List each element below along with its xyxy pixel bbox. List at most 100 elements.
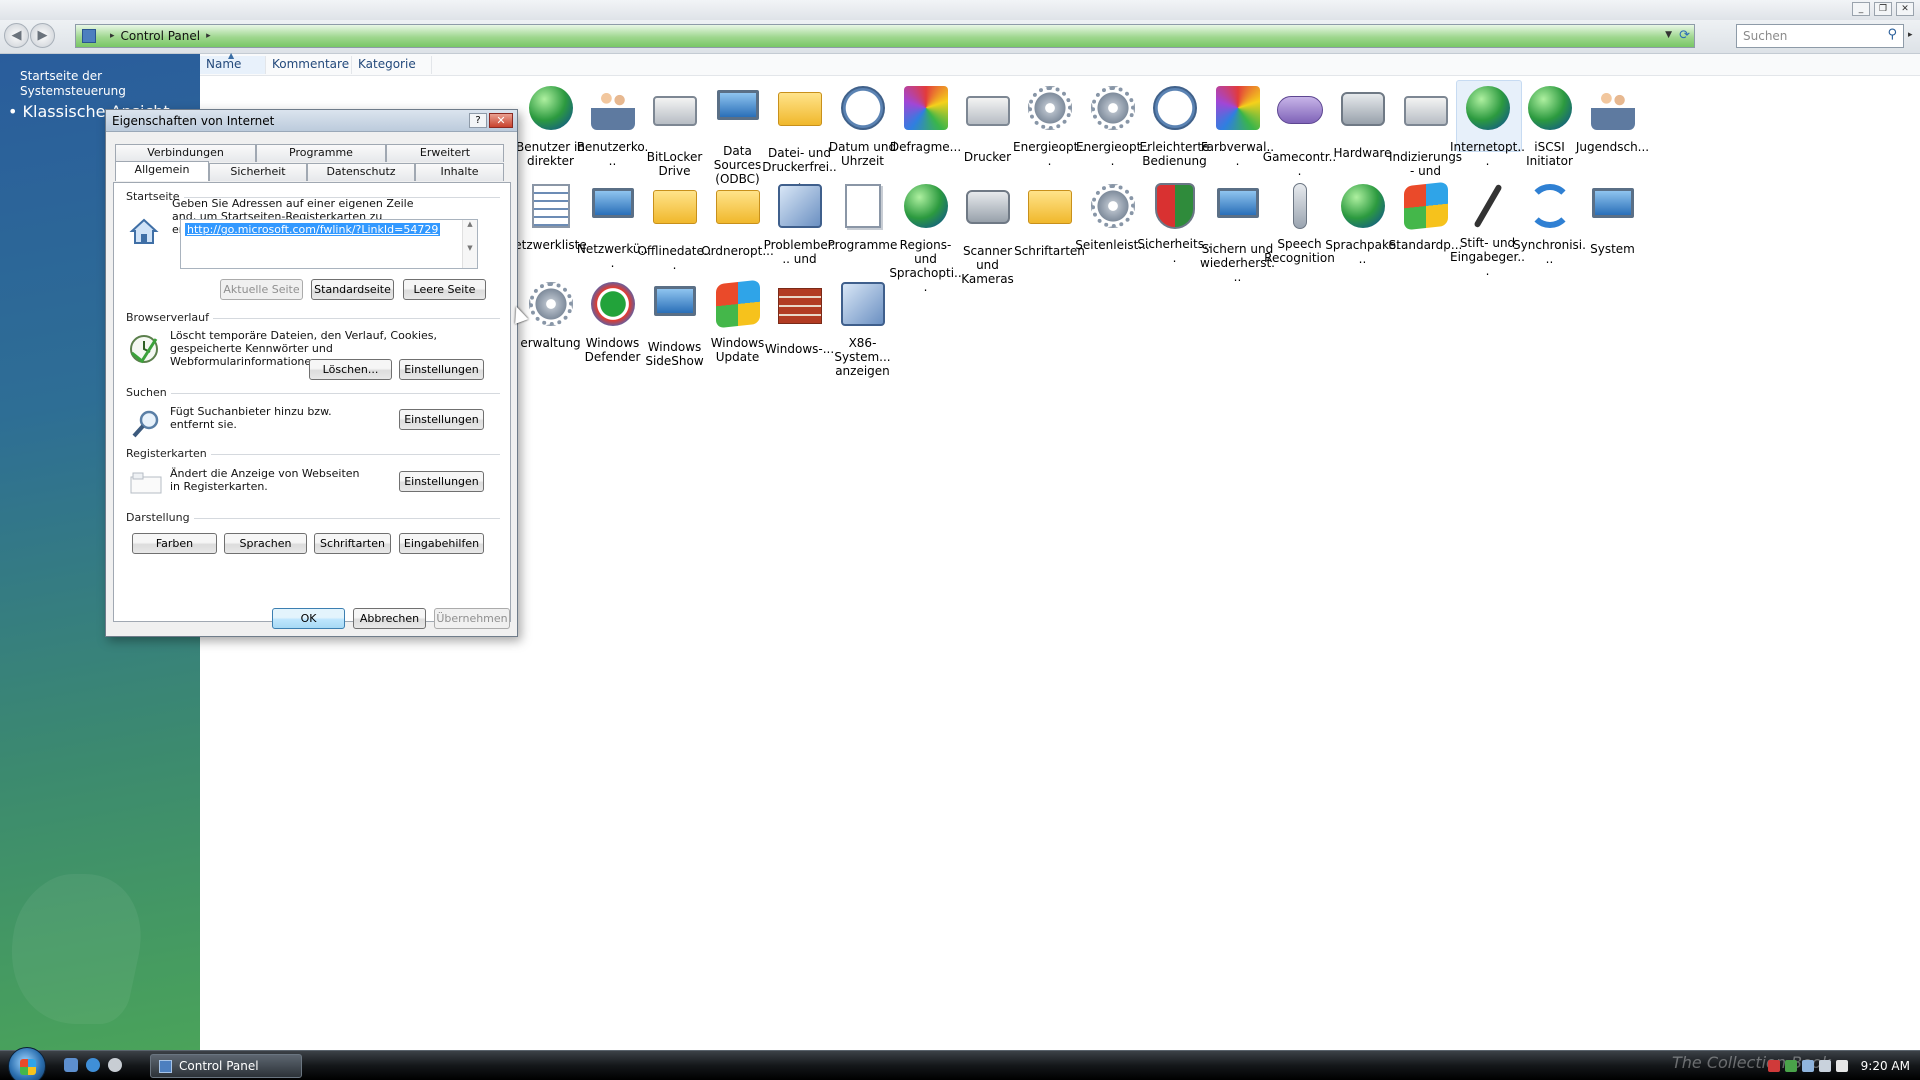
colors-button[interactable]: Farben xyxy=(132,533,217,554)
dialog-title: Eigenschaften von Internet xyxy=(112,114,275,128)
history-settings-button[interactable]: Einstellungen xyxy=(399,359,484,380)
power-options-icon xyxy=(1089,86,1137,134)
help-button[interactable]: ? xyxy=(469,113,487,128)
date-time-icon-shape xyxy=(840,86,885,130)
breadcrumb-control-panel[interactable]: Control Panel xyxy=(121,29,201,43)
forward-button[interactable]: ▶ xyxy=(30,23,55,48)
defender-tray-icon[interactable] xyxy=(1784,1060,1797,1072)
back-button[interactable]: ◀ xyxy=(4,23,29,48)
color-management-icon-shape xyxy=(1215,86,1260,130)
problem-reports-icon-shape xyxy=(777,184,822,228)
system-icon xyxy=(1589,188,1637,236)
control-panel-home-link[interactable]: Startseite der Systemsteuerung xyxy=(20,69,200,99)
power-options-icon-shape xyxy=(1090,86,1135,130)
network-icon xyxy=(589,188,637,236)
tab-inhalte[interactable]: Inhalte xyxy=(415,163,504,181)
apply-button[interactable]: Übernehmen xyxy=(434,608,510,629)
start-button[interactable] xyxy=(8,1047,46,1080)
media-player-icon[interactable] xyxy=(108,1058,122,1072)
game-controller-icon-shape xyxy=(1276,96,1323,124)
tabs-settings-button[interactable]: Einstellungen xyxy=(399,471,484,492)
tab-datenschutz[interactable]: Datenschutz xyxy=(307,163,415,181)
refresh-icon[interactable]: ⟳ xyxy=(1679,28,1690,43)
security-center-icon-shape xyxy=(1154,183,1195,229)
ok-button[interactable]: OK xyxy=(272,608,345,629)
data-sources-icon-shape xyxy=(716,90,759,120)
network-icon[interactable] xyxy=(1818,1060,1831,1072)
control-panel-item[interactable]: X86-System... anzeigen xyxy=(825,280,900,378)
system-tray: 9:20 AM xyxy=(1767,1051,1910,1080)
home-page-url-textarea[interactable]: http://go.microsoft.com/fwlink/?LinkId=5… xyxy=(180,219,478,269)
taskbar-button-label: Control Panel xyxy=(179,1059,259,1073)
volume-icon[interactable] xyxy=(1835,1060,1848,1072)
data-sources-icon xyxy=(714,90,762,138)
internet-explorer-icon[interactable] xyxy=(86,1058,100,1072)
date-time-icon xyxy=(839,86,887,134)
power-options-icon-shape xyxy=(1027,86,1072,130)
sync-center-icon xyxy=(1526,184,1574,232)
search-input[interactable]: Suchen ⚲ xyxy=(1736,24,1904,48)
control-panel-item-label: System xyxy=(1590,242,1635,256)
column-category[interactable]: Kategorie xyxy=(352,56,432,74)
control-panel-item[interactable]: System xyxy=(1575,182,1650,256)
tab-sicherheit[interactable]: Sicherheit xyxy=(209,163,307,181)
languages-button[interactable]: Sprachen xyxy=(224,533,307,554)
close-window-button[interactable]: ✕ xyxy=(1896,2,1914,16)
user-globe-icon xyxy=(527,86,575,134)
tab-programme[interactable]: Programme xyxy=(256,144,386,162)
microphone-icon-shape xyxy=(1292,183,1307,229)
admin-tools-icon xyxy=(527,282,575,330)
chevron-right-icon[interactable]: ▸ xyxy=(1908,30,1913,40)
use-current-button[interactable]: Aktuelle Seite xyxy=(220,279,303,300)
tab-verbindungen[interactable]: Verbindungen xyxy=(115,144,256,162)
folder-options-icon-shape xyxy=(715,190,760,224)
group-label-registerkarten: Registerkarten xyxy=(126,447,211,460)
regional-icon-shape xyxy=(903,184,948,228)
windows-update-icon-shape xyxy=(715,279,760,329)
fonts-button[interactable]: Schriftarten xyxy=(314,533,391,554)
default-programs-icon xyxy=(1402,181,1450,232)
show-desktop-icon[interactable] xyxy=(64,1058,78,1072)
tab-allgemein[interactable]: Allgemein xyxy=(115,161,209,181)
delete-history-button[interactable]: Löschen... xyxy=(309,359,392,380)
admin-tools-icon-shape xyxy=(528,282,573,326)
address-dropdown-icon[interactable]: ▼ xyxy=(1665,30,1672,40)
backup-icon xyxy=(1214,188,1262,236)
textarea-scrollbar[interactable]: ▲ ▼ xyxy=(462,220,477,268)
internet-options-icon xyxy=(1455,80,1522,152)
control-panel-item[interactable]: Jugendsch... xyxy=(1575,84,1650,154)
control-panel-item[interactable]: Internetopt... xyxy=(1450,80,1525,168)
bitlocker-icon xyxy=(651,96,699,144)
group-label-suchen: Suchen xyxy=(126,386,171,399)
cancel-button[interactable]: Abbrechen xyxy=(353,608,426,629)
scanner-icon-shape xyxy=(965,190,1010,224)
use-blank-button[interactable]: Leere Seite xyxy=(403,279,486,300)
clock[interactable]: 9:20 AM xyxy=(1861,1059,1910,1073)
minimize-button[interactable]: _ xyxy=(1852,2,1870,16)
windows-watermark-shape xyxy=(0,874,156,1024)
search-icon[interactable]: ⚲ xyxy=(1887,27,1897,42)
iscsi-icon xyxy=(1526,86,1574,134)
programs-icon xyxy=(839,184,887,232)
breadcrumb-separator-icon[interactable]: ▸ xyxy=(206,31,211,41)
sync-tray-icon[interactable] xyxy=(1801,1060,1814,1072)
search-settings-button[interactable]: Einstellungen xyxy=(399,409,484,430)
column-comments[interactable]: Kommentare xyxy=(266,56,352,74)
firewall-icon-shape xyxy=(777,288,822,324)
use-default-button[interactable]: Standardseite xyxy=(311,279,394,300)
accessibility-button[interactable]: Eingabehilfen xyxy=(399,533,484,554)
windows-defender-icon xyxy=(589,282,637,330)
security-center-icon xyxy=(1151,183,1199,231)
sort-up-icon: ▲ xyxy=(228,51,235,60)
security-alert-icon[interactable] xyxy=(1767,1060,1780,1072)
microphone-icon xyxy=(1276,183,1324,231)
restore-button[interactable]: ❐ xyxy=(1874,2,1892,16)
taskbar-control-panel-button[interactable]: Control Panel xyxy=(150,1054,302,1078)
tab-erweitert[interactable]: Erweitert xyxy=(386,144,504,162)
user-accounts-icon-shape xyxy=(590,86,635,130)
address-bar[interactable]: ▸ Control Panel ▸ ▼ ⟳ xyxy=(75,24,1695,48)
dialog-close-button[interactable]: ✕ xyxy=(489,113,513,128)
column-name[interactable]: ▲ Name xyxy=(200,51,266,74)
control-panel-item-label: X86-System... anzeigen xyxy=(834,336,891,378)
search-magnifier-icon xyxy=(130,408,162,440)
